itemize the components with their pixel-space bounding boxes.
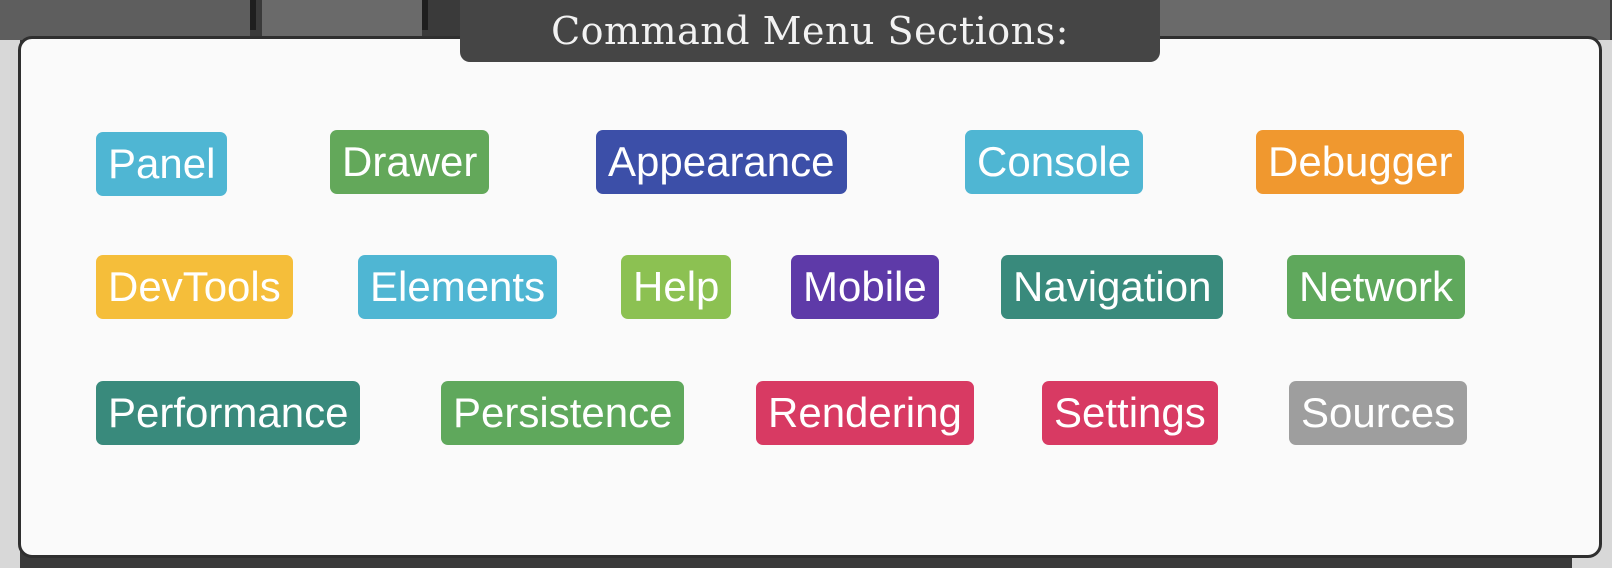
background-divider xyxy=(422,0,428,30)
command-menu-sections-panel: Panel Drawer Appearance Console Debugger… xyxy=(18,36,1602,558)
section-chip-panel[interactable]: Panel xyxy=(96,132,228,196)
section-chip-elements[interactable]: Elements xyxy=(358,255,558,319)
section-chip-network[interactable]: Network xyxy=(1287,255,1466,319)
section-chip-performance[interactable]: Performance xyxy=(96,381,361,445)
section-chip-rendering[interactable]: Rendering xyxy=(756,381,974,445)
section-chip-sources[interactable]: Sources xyxy=(1289,381,1468,445)
background-toolbar-left xyxy=(0,0,250,40)
section-chip-mobile[interactable]: Mobile xyxy=(791,255,939,319)
section-chip-devtools[interactable]: DevTools xyxy=(96,255,293,319)
section-chip-console[interactable]: Console xyxy=(965,130,1144,194)
section-chip-help[interactable]: Help xyxy=(621,255,732,319)
command-menu-header: Command Menu Sections: xyxy=(460,0,1160,62)
background-divider xyxy=(250,0,256,30)
section-chip-settings[interactable]: Settings xyxy=(1042,381,1218,445)
section-chip-appearance[interactable]: Appearance xyxy=(596,130,847,194)
background-toolbar-right xyxy=(1130,0,1610,40)
background-toolbar-middle xyxy=(262,0,422,40)
background-left-pane xyxy=(0,40,20,568)
section-chip-navigation[interactable]: Navigation xyxy=(1001,255,1224,319)
section-chip-debugger[interactable]: Debugger xyxy=(1256,130,1465,194)
section-chip-drawer[interactable]: Drawer xyxy=(330,130,490,194)
page-title: Command Menu Sections: xyxy=(551,9,1069,53)
section-chip-persistence[interactable]: Persistence xyxy=(441,381,685,445)
